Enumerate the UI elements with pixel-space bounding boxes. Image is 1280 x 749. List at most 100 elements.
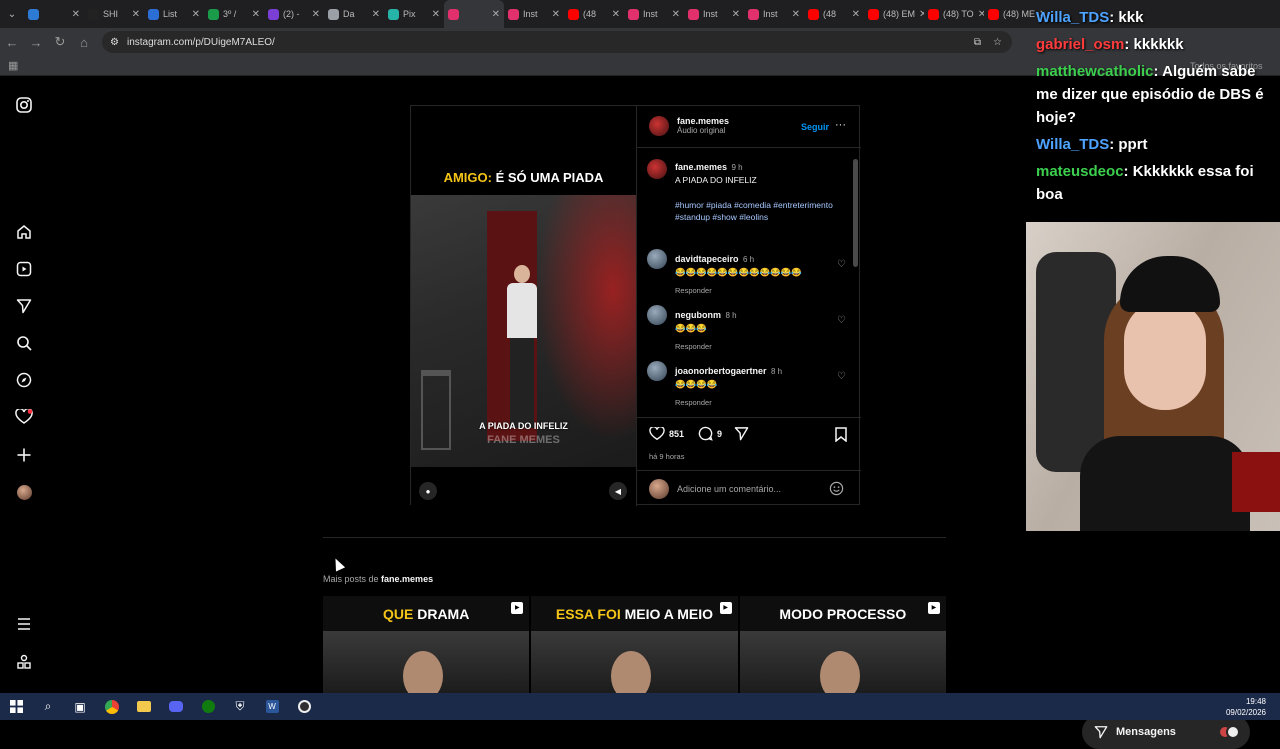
caption-hashtags[interactable]: #humor #piada #comedia #entreterimento #… — [675, 199, 847, 223]
browser-tab[interactable]: Inst ✕ — [744, 0, 804, 28]
reply-button[interactable]: Responder — [675, 398, 847, 407]
more-posts-user[interactable]: fane.memes — [381, 574, 433, 584]
comment-avatar[interactable] — [647, 361, 667, 381]
direct-icon[interactable] — [14, 296, 34, 316]
also-from-meta-icon[interactable] — [14, 652, 34, 672]
share-icon[interactable] — [734, 426, 749, 441]
browser-tab[interactable]: Pix ✕ — [384, 0, 444, 28]
comments-scrollbar[interactable] — [851, 149, 859, 417]
comment-avatar[interactable] — [647, 305, 667, 325]
comment-like-icon[interactable]: ♡ — [837, 315, 846, 326]
browser-tab[interactable]: (2) - ✕ — [264, 0, 324, 28]
comment-like-icon[interactable]: ♡ — [837, 371, 846, 382]
create-plus-icon[interactable] — [14, 445, 34, 465]
browser-tab[interactable]: Da ✕ — [324, 0, 384, 28]
browser-tab[interactable]: ✕ — [24, 0, 84, 28]
emoji-icon[interactable] — [829, 481, 844, 496]
browser-tab[interactable]: (48 ✕ — [804, 0, 864, 28]
tab-close-icon[interactable]: ✕ — [672, 9, 680, 20]
comment-avatar[interactable] — [647, 249, 667, 269]
tab-close-icon[interactable]: ✕ — [792, 9, 800, 20]
security-shield-icon[interactable]: ⛨ — [224, 693, 256, 720]
browser-tab[interactable]: ✕ — [444, 0, 504, 28]
tab-close-icon[interactable]: ✕ — [252, 9, 260, 20]
tab-search-button[interactable]: ⌄ — [0, 0, 24, 28]
mute-icon[interactable]: ◀ — [609, 482, 627, 500]
tab-close-icon[interactable]: ✕ — [372, 9, 380, 20]
browser-tab[interactable]: SHI ✕ — [84, 0, 144, 28]
comment-icon[interactable] — [698, 426, 713, 441]
tab-close-icon[interactable]: ✕ — [732, 9, 740, 20]
tab-close-icon[interactable]: ✕ — [192, 9, 200, 20]
browser-tab[interactable]: (48) TO ✕ — [924, 0, 984, 28]
comment-input[interactable]: Adicione um comentário... — [677, 484, 781, 494]
chrome-icon[interactable] — [96, 693, 128, 720]
back-icon[interactable]: ← — [0, 35, 24, 50]
reload-icon[interactable]: ↻ — [48, 34, 72, 50]
reels-icon[interactable] — [14, 259, 34, 279]
apps-icon[interactable]: ▦ — [8, 59, 18, 72]
windows-start-icon[interactable] — [0, 693, 32, 720]
more-options-icon[interactable]: ··· — [835, 119, 846, 131]
discord-icon[interactable] — [160, 693, 192, 720]
save-bookmark-icon[interactable] — [835, 427, 847, 442]
tab-close-icon[interactable]: ✕ — [312, 9, 320, 20]
url-field[interactable]: ⚙ instagram.com/p/DUigeM7ALEO/ ⧉ ☆ — [102, 31, 1012, 53]
comment-username[interactable]: negubonm — [675, 310, 721, 320]
tab-close-icon[interactable]: ✕ — [492, 9, 500, 20]
home-nav-icon[interactable] — [14, 222, 34, 242]
comment-username[interactable]: joaonorbertogaertner — [675, 366, 767, 376]
task-view-icon[interactable]: ▣ — [64, 693, 96, 720]
comment-like-icon[interactable]: ♡ — [837, 259, 846, 270]
like-heart-icon[interactable] — [649, 426, 665, 441]
browser-tab[interactable]: 3º / ✕ — [204, 0, 264, 28]
system-clock[interactable]: 19:48 09/02/2026 — [1226, 696, 1266, 718]
tagged-user-icon[interactable]: ● — [419, 482, 437, 500]
browser-tab[interactable]: List ✕ — [144, 0, 204, 28]
tab-favicon — [508, 8, 519, 20]
more-post-thumbnail[interactable]: QUE DRAMA ▶ — [323, 596, 530, 693]
search-icon[interactable] — [14, 333, 34, 353]
video-player[interactable]: AMIGO: É SÓ UMA PIADA A PIADA DO INFELIZ… — [411, 106, 636, 506]
instagram-logo-icon[interactable] — [14, 95, 34, 115]
xbox-icon[interactable] — [192, 693, 224, 720]
browser-tab[interactable]: Inst ✕ — [624, 0, 684, 28]
profile-avatar[interactable] — [14, 482, 34, 502]
reply-button[interactable]: Responder — [675, 342, 847, 351]
more-menu-icon[interactable] — [14, 614, 34, 634]
author-username[interactable]: fane.memes — [677, 116, 729, 126]
browser-tab[interactable]: Inst ✕ — [504, 0, 564, 28]
messages-button[interactable]: Mensagens — [1082, 715, 1250, 749]
tab-close-icon[interactable]: ✕ — [432, 9, 440, 20]
more-post-thumbnail[interactable]: MODO PROCESSO ▶ — [739, 596, 946, 693]
audio-label[interactable]: Áudio original — [677, 126, 729, 135]
tab-close-icon[interactable]: ✕ — [852, 9, 860, 20]
tab-close-icon[interactable]: ✕ — [72, 9, 80, 20]
follow-button[interactable]: Seguir — [801, 122, 829, 132]
file-explorer-icon[interactable] — [128, 693, 160, 720]
site-info-icon[interactable]: ⚙ — [110, 37, 119, 48]
bookmark-star-icon[interactable]: ☆ — [993, 37, 1002, 48]
likes-count[interactable]: 851 — [669, 429, 684, 439]
caption-username[interactable]: fane.memes — [675, 162, 727, 172]
reply-button[interactable]: Responder — [675, 286, 847, 295]
caption-avatar[interactable] — [647, 159, 667, 179]
more-post-thumbnail[interactable]: ESSA FOI MEIO A MEIO ▶ — [531, 596, 738, 693]
browser-tab[interactable]: Inst ✕ — [684, 0, 744, 28]
browser-tab[interactable]: (48) EM ✕ — [864, 0, 924, 28]
explore-icon[interactable] — [14, 370, 34, 390]
author-avatar[interactable] — [649, 116, 669, 136]
tab-close-icon[interactable]: ✕ — [132, 9, 140, 20]
home-icon[interactable]: ⌂ — [72, 35, 96, 50]
taskbar-search-icon[interactable]: ⌕ — [32, 693, 64, 720]
comment-username[interactable]: davidtapeceiro — [675, 254, 739, 264]
forward-icon[interactable]: → — [24, 35, 48, 50]
word-icon[interactable]: W — [256, 693, 288, 720]
install-icon[interactable]: ⧉ — [974, 37, 981, 48]
browser-tab[interactable]: (48 ✕ — [564, 0, 624, 28]
tab-close-icon[interactable]: ✕ — [612, 9, 620, 20]
tab-close-icon[interactable]: ✕ — [552, 9, 560, 20]
notifications-heart-icon[interactable] — [14, 407, 34, 427]
obs-icon[interactable] — [288, 693, 320, 720]
comments-count[interactable]: 9 — [717, 429, 722, 439]
